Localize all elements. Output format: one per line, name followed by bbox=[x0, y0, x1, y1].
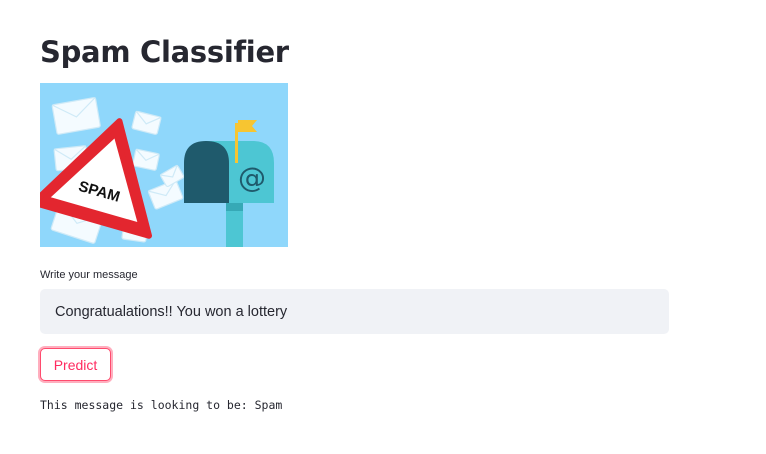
spam-mailbox-illustration: SPAM @ bbox=[40, 83, 288, 247]
message-field-label: Write your message bbox=[40, 269, 138, 281]
at-sign-icon: @ bbox=[238, 161, 266, 194]
page-title: Spam Classifier bbox=[40, 35, 289, 69]
message-input[interactable] bbox=[40, 289, 669, 334]
prediction-result: This message is looking to be: Spam bbox=[40, 398, 283, 412]
predict-button[interactable]: Predict bbox=[40, 348, 111, 381]
